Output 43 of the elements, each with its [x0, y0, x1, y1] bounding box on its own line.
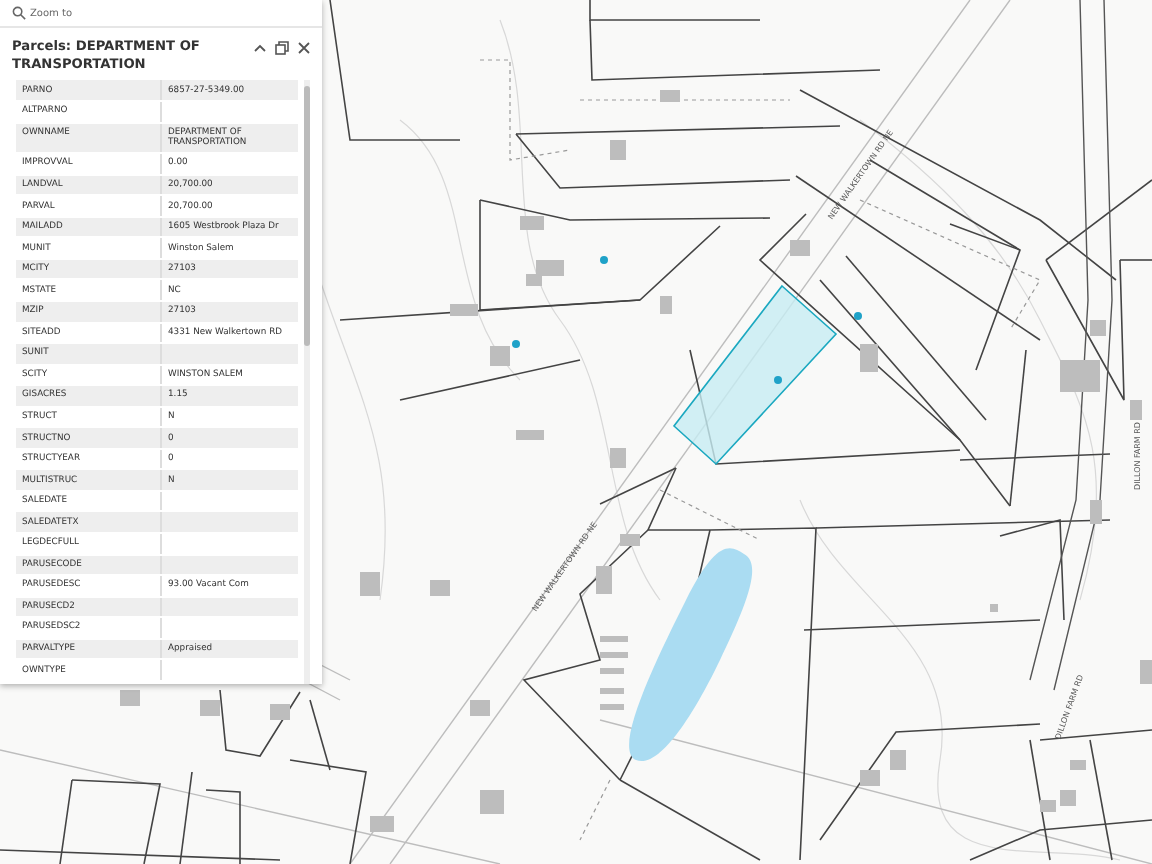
building [516, 430, 544, 440]
building [596, 566, 612, 594]
building [660, 296, 672, 314]
building [480, 790, 504, 814]
building [1090, 500, 1102, 524]
building [520, 216, 544, 230]
building [600, 688, 624, 694]
building [1140, 660, 1152, 684]
point-marker[interactable] [512, 340, 520, 348]
dock-icon[interactable] [274, 40, 290, 56]
building [990, 604, 998, 612]
building [660, 90, 680, 102]
building [1130, 400, 1142, 420]
building [360, 572, 380, 596]
selected-parcel[interactable] [672, 284, 838, 466]
building [600, 704, 624, 710]
building [1070, 760, 1086, 770]
building [860, 344, 878, 372]
building [610, 448, 626, 468]
scrollbar[interactable] [304, 80, 310, 684]
search-icon [12, 6, 26, 20]
building [1090, 320, 1106, 336]
building [470, 700, 490, 716]
collapse-icon[interactable] [252, 40, 268, 56]
scrollbar-thumb[interactable] [304, 86, 310, 347]
building [450, 304, 478, 316]
building [610, 140, 626, 160]
building [270, 704, 290, 720]
building [620, 534, 640, 546]
close-icon[interactable] [296, 40, 312, 56]
building [600, 668, 624, 674]
building [200, 700, 220, 716]
building [600, 652, 628, 658]
building [1060, 360, 1100, 392]
building [370, 816, 394, 832]
point-marker[interactable] [600, 256, 608, 264]
building [790, 240, 810, 256]
building [600, 636, 628, 642]
building [120, 690, 140, 706]
point-marker[interactable] [854, 312, 862, 320]
building [430, 580, 450, 596]
point-marker[interactable] [774, 376, 782, 384]
building [490, 346, 510, 366]
